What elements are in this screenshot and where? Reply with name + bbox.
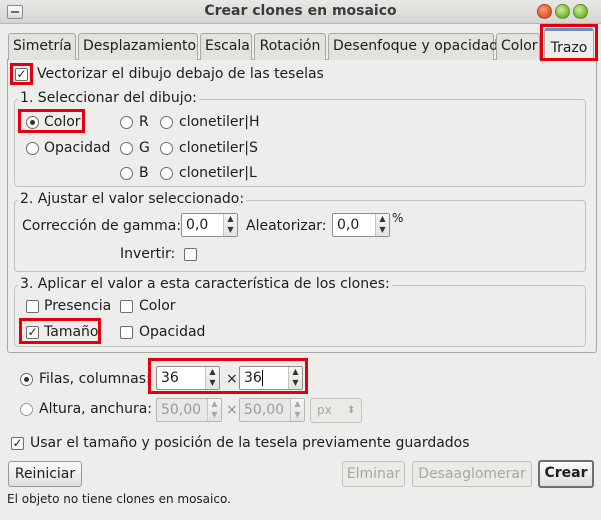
gamma-spin-arrows[interactable]: ▲ ▼ bbox=[223, 214, 237, 236]
apply-opacity-checkbox[interactable] bbox=[120, 326, 133, 339]
times-sign-disabled: × bbox=[226, 402, 238, 418]
radio-s[interactable] bbox=[160, 142, 173, 155]
vectorize-label: Vectorizar el dibujo debajo de las tesel… bbox=[37, 66, 324, 82]
apply-color-checkbox[interactable] bbox=[120, 300, 133, 313]
spin-up-icon[interactable]: ▲ bbox=[291, 399, 304, 409]
unit-value: px bbox=[317, 403, 332, 417]
radio-l[interactable] bbox=[160, 167, 173, 180]
radio-opacidad-label: Opacidad bbox=[44, 140, 111, 156]
remove-button[interactable]: Elminar bbox=[342, 461, 405, 487]
maximize-window-icon[interactable] bbox=[573, 4, 588, 19]
spin-down-icon[interactable]: ▼ bbox=[291, 410, 304, 420]
tab-label: Escala bbox=[205, 38, 250, 54]
radio-b-label: B bbox=[139, 165, 149, 181]
spin-up-icon[interactable]: ▲ bbox=[224, 214, 237, 224]
tab-label: Color bbox=[501, 38, 538, 54]
radio-g-label: G bbox=[139, 140, 150, 156]
status-text: El objeto no tiene clones en mosaico. bbox=[7, 492, 231, 506]
percent-sign: % bbox=[392, 211, 404, 225]
highlight-rows-columns bbox=[148, 358, 308, 394]
gamma-value: 0,0 bbox=[186, 217, 209, 233]
tab-label: Desenfoque y opacidad bbox=[333, 38, 499, 54]
random-value: 0,0 bbox=[337, 217, 360, 233]
tab-rotacion[interactable]: Rotación bbox=[254, 33, 326, 60]
reset-button-label: Reiniciar bbox=[14, 466, 76, 482]
spin-down-icon[interactable]: ▼ bbox=[208, 410, 221, 420]
tab-desplazamiento[interactable]: Desplazamiento bbox=[78, 33, 198, 60]
rows-columns-label: Filas, columnas: bbox=[39, 371, 151, 387]
radio-r[interactable] bbox=[120, 116, 133, 129]
tab-label: Rotación bbox=[259, 38, 321, 54]
width-spin-arrows[interactable]: ▲ ▼ bbox=[290, 399, 304, 421]
use-saved-checkbox[interactable]: ✓ bbox=[11, 437, 24, 450]
adjust-value-frame bbox=[14, 200, 586, 272]
radio-l-label: clonetiler|L bbox=[179, 165, 257, 181]
spin-down-icon[interactable]: ▼ bbox=[224, 225, 237, 235]
gamma-spinbox[interactable]: 0,0 ▲ ▼ bbox=[181, 213, 238, 237]
tab-escala[interactable]: Escala bbox=[200, 33, 252, 60]
height-spin-arrows[interactable]: ▲ ▼ bbox=[207, 399, 221, 421]
invert-checkbox[interactable] bbox=[184, 248, 197, 261]
title-bar: Crear clones en mosaico bbox=[0, 0, 601, 24]
spin-down-icon[interactable]: ▼ bbox=[376, 225, 389, 235]
reset-button[interactable]: Reiniciar bbox=[8, 461, 82, 487]
height-spinbox[interactable]: 50,00 ▲ ▼ bbox=[156, 398, 222, 422]
use-saved-label: Usar el tamaño y posición de la tesela p… bbox=[30, 435, 470, 451]
radio-g[interactable] bbox=[120, 142, 133, 155]
unclump-button[interactable]: Desaaglomerar bbox=[412, 461, 532, 487]
remove-button-label: Elminar bbox=[346, 466, 401, 482]
random-spin-arrows[interactable]: ▲ ▼ bbox=[375, 214, 389, 236]
radio-s-label: clonetiler|S bbox=[179, 140, 258, 156]
height-width-label: Altura, anchura: bbox=[39, 401, 153, 417]
radio-b[interactable] bbox=[120, 167, 133, 180]
apply-frame-title: 3. Aplicar el valor a esta característic… bbox=[18, 276, 392, 292]
create-button[interactable]: Crear bbox=[538, 460, 594, 488]
apply-opacity-label: Opacidad bbox=[139, 324, 206, 340]
radio-h-label: clonetiler|H bbox=[179, 114, 260, 130]
tab-label: Desplazamiento bbox=[83, 38, 197, 54]
tab-simetria[interactable]: Simetría bbox=[8, 33, 76, 60]
height-value: 50,00 bbox=[161, 402, 202, 418]
adjust-frame-title: 2. Ajustar el valor seleccionado: bbox=[18, 191, 247, 207]
highlight-radio-color bbox=[18, 109, 85, 133]
width-value: 50,00 bbox=[244, 402, 285, 418]
radio-height-width[interactable] bbox=[20, 403, 33, 416]
spin-up-icon[interactable]: ▲ bbox=[208, 399, 221, 409]
random-label: Aleatorizar: bbox=[246, 218, 327, 234]
radio-opacidad[interactable] bbox=[26, 142, 39, 155]
select-frame-title: 1. Seleccionar del dibujo: bbox=[18, 90, 199, 106]
highlight-size-checkbox bbox=[19, 318, 101, 344]
invert-label: Invertir: bbox=[120, 246, 176, 262]
tab-label: Simetría bbox=[13, 38, 72, 54]
presence-label: Presencia bbox=[44, 298, 112, 314]
random-spinbox[interactable]: 0,0 ▲ ▼ bbox=[332, 213, 390, 237]
spin-up-icon[interactable]: ▲ bbox=[376, 214, 389, 224]
width-spinbox[interactable]: 50,00 ▲ ▼ bbox=[239, 398, 305, 422]
tab-desenfoque-opacidad[interactable]: Desenfoque y opacidad bbox=[328, 33, 498, 60]
close-window-icon[interactable] bbox=[537, 4, 552, 19]
radio-rows-columns[interactable] bbox=[20, 373, 33, 386]
radio-r-label: R bbox=[139, 114, 149, 130]
apply-color-label: Color bbox=[139, 298, 176, 314]
gamma-label: Corrección de gamma: bbox=[22, 218, 182, 234]
unit-select[interactable]: px ⬍ bbox=[310, 398, 362, 423]
highlight-tab-trazo bbox=[540, 24, 598, 61]
tab-color[interactable]: Color bbox=[496, 33, 540, 60]
presence-checkbox[interactable] bbox=[26, 300, 39, 313]
unclump-button-label: Desaaglomerar bbox=[418, 466, 526, 482]
highlight-vectorize-checkbox bbox=[10, 63, 33, 85]
window-title: Crear clones en mosaico bbox=[204, 3, 397, 19]
radio-h[interactable] bbox=[160, 116, 173, 129]
minimize-window-icon[interactable] bbox=[555, 4, 570, 19]
create-button-label: Crear bbox=[544, 465, 588, 481]
unit-dropdown-icon: ⬍ bbox=[347, 405, 356, 416]
